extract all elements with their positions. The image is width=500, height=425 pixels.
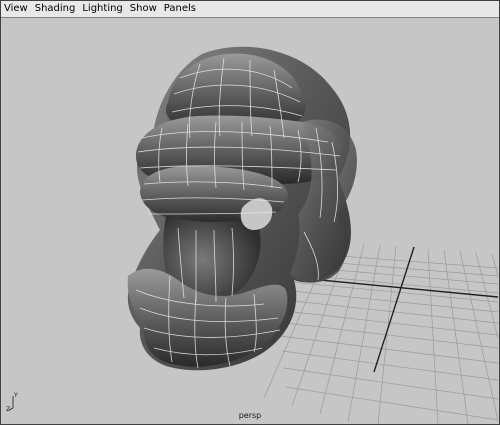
view-axis-indicator: Z Y	[6, 390, 28, 412]
viewport-canvas[interactable]	[2, 18, 498, 424]
axis-label-y: Y	[13, 392, 18, 399]
nurbs-mesh[interactable]	[127, 46, 357, 371]
menu-panels[interactable]: Panels	[161, 1, 200, 17]
camera-name-label: persp	[238, 411, 262, 420]
menu-show[interactable]: Show	[127, 1, 161, 17]
model-panel: View Shading Lighting Show Panels Z Y pe…	[0, 0, 500, 425]
menu-shading[interactable]: Shading	[32, 1, 80, 17]
panel-menubar: View Shading Lighting Show Panels	[1, 1, 499, 18]
menu-lighting[interactable]: Lighting	[79, 1, 126, 17]
perspective-viewport[interactable]: Z Y persp	[2, 18, 498, 424]
menu-view[interactable]: View	[1, 1, 32, 17]
